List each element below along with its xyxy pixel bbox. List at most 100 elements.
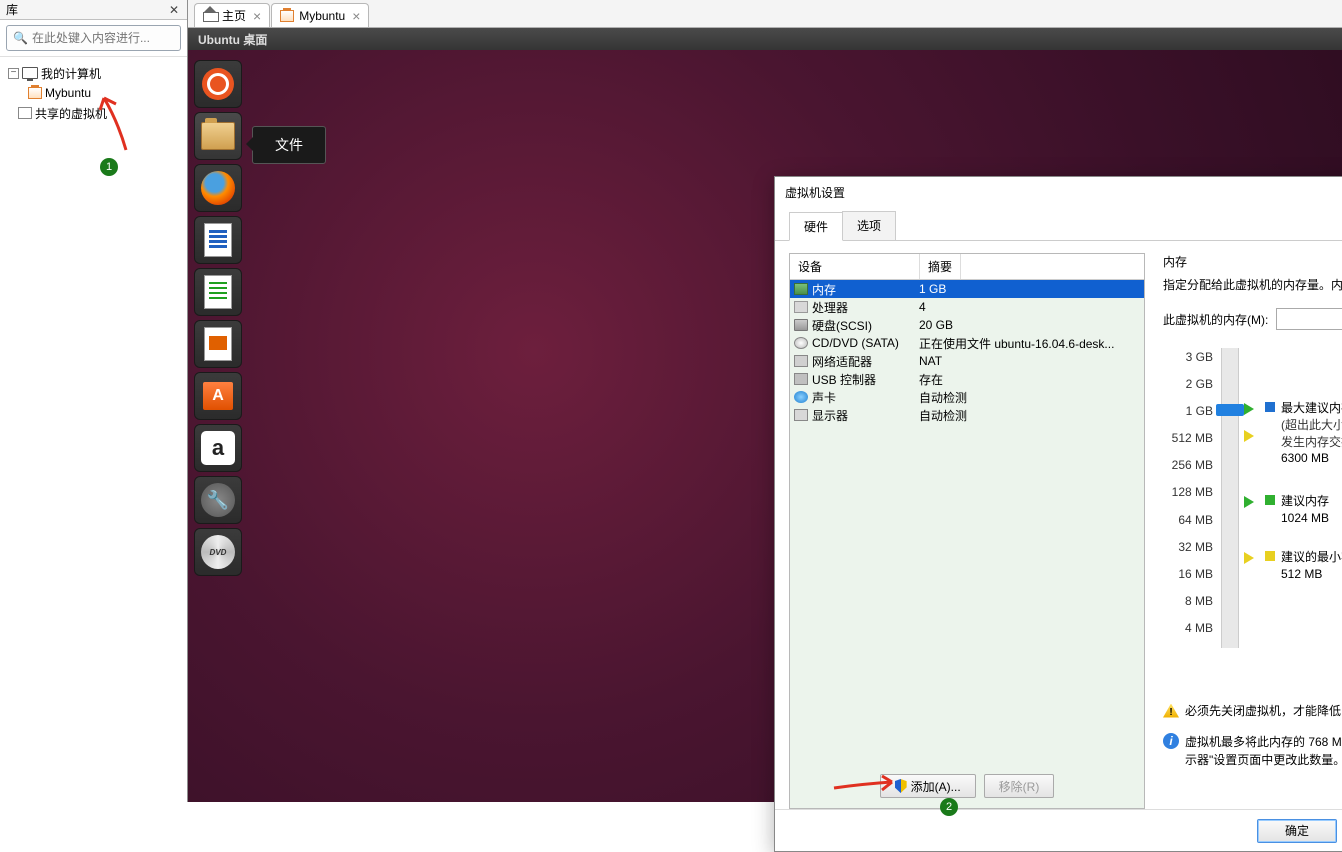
hw-row-net[interactable]: 网络适配器 NAT: [790, 352, 1144, 370]
col-summary[interactable]: 摘要: [920, 254, 961, 279]
hw-name: 网络适配器: [812, 353, 872, 370]
warning-icon: !: [1163, 704, 1179, 718]
launcher-dash[interactable]: [194, 60, 242, 108]
tick: 1 GB: [1163, 404, 1213, 431]
memory-warning: ! 必须先关闭虚拟机，才能降低内存量。: [1163, 702, 1342, 719]
hw-summary: 自动检测: [919, 407, 1140, 424]
presentation-icon: [204, 327, 232, 361]
tab-label: 主页: [222, 7, 246, 24]
legend-recommended: 建议内存 1024 MB: [1265, 493, 1342, 527]
spreadsheet-icon: [204, 275, 232, 309]
hw-row-sound[interactable]: 声卡 自动检测: [790, 388, 1144, 406]
cd-icon: [794, 337, 808, 349]
ubuntu-logo-icon: [202, 68, 234, 100]
files-icon: [201, 122, 235, 150]
home-icon: [203, 10, 217, 22]
launcher-settings[interactable]: [194, 476, 242, 524]
memory-slider[interactable]: [1221, 348, 1239, 648]
hw-row-disk[interactable]: 硬盘(SCSI) 20 GB: [790, 316, 1144, 334]
marker-rec-icon: [1244, 496, 1254, 508]
hw-row-usb[interactable]: USB 控制器 存在: [790, 370, 1144, 388]
remove-hardware-button[interactable]: 移除(R): [984, 774, 1055, 798]
dialog-tabs: 硬件 选项: [775, 207, 1342, 241]
ubuntu-desktop[interactable]: a DVD 文件 虚拟机设置 × 硬件 选项 设备 摘要: [188, 50, 1342, 802]
cpu-icon: [794, 301, 808, 313]
legend-value: 512 MB: [1281, 566, 1342, 583]
button-label: 添加(A)...: [911, 778, 961, 795]
tab-home[interactable]: 主页 ×: [194, 3, 270, 27]
launcher-disc[interactable]: DVD: [194, 528, 242, 576]
legend-max: 最大建议内存 (超出此大小可能 发生内存交换。) 6300 MB: [1265, 400, 1342, 467]
tick: 2 GB: [1163, 377, 1213, 404]
legend-sub: (超出此大小可能: [1281, 417, 1342, 434]
sidebar-title: 库: [6, 1, 167, 18]
info-icon: i: [1163, 733, 1179, 749]
annotation-badge-2: 2: [940, 798, 958, 816]
memory-slider-area: 3 GB 2 GB 1 GB 512 MB 256 MB 128 MB 64 M…: [1163, 348, 1342, 648]
tree-label: 共享的虚拟机: [35, 105, 107, 122]
tree-node-shared[interactable]: 共享的虚拟机: [4, 103, 183, 123]
memory-icon: [794, 283, 808, 295]
launcher-calc[interactable]: [194, 268, 242, 316]
document-icon: [204, 223, 232, 257]
tick: 512 MB: [1163, 431, 1213, 458]
tree-node-vm[interactable]: Mybuntu: [4, 83, 183, 103]
tab-close-icon[interactable]: ×: [253, 8, 261, 24]
hw-row-cd[interactable]: CD/DVD (SATA) 正在使用文件 ubuntu-16.04.6-desk…: [790, 334, 1144, 352]
collapse-icon[interactable]: −: [8, 68, 19, 79]
launcher-software[interactable]: [194, 372, 242, 420]
memory-description: 指定分配给此虚拟机的内存量。内存大小必须为 4 MB 的倍数。: [1163, 276, 1342, 294]
memory-legend: 最大建议内存 (超出此大小可能 发生内存交换。) 6300 MB: [1247, 348, 1342, 648]
tab-label: Mybuntu: [299, 9, 345, 23]
search-icon: 🔍: [13, 31, 28, 45]
hardware-list-header: 设备 摘要: [790, 254, 1144, 280]
launcher-impress[interactable]: [194, 320, 242, 368]
hw-row-memory[interactable]: 内存 1 GB: [790, 280, 1144, 298]
tree-label: 我的计算机: [41, 65, 101, 82]
disk-icon: [794, 319, 808, 331]
dialog-title: 虚拟机设置: [785, 184, 1342, 201]
firefox-icon: [201, 171, 235, 205]
slider-thumb[interactable]: [1216, 404, 1244, 416]
launcher-writer[interactable]: [194, 216, 242, 264]
amazon-icon: a: [201, 431, 235, 465]
hw-row-cpu[interactable]: 处理器 4: [790, 298, 1144, 316]
memory-input-label: 此虚拟机的内存(M):: [1163, 311, 1268, 328]
launcher-amazon[interactable]: a: [194, 424, 242, 472]
hw-name: 声卡: [812, 389, 836, 406]
info-text: 虚拟机最多将此内存的 768 MB 用作图形内存。您可以在"显示器"设置页面中更…: [1185, 733, 1342, 769]
launcher-firefox[interactable]: [194, 164, 242, 212]
vm-window-titlebar: Ubuntu 桌面: [188, 28, 1342, 50]
tick: 128 MB: [1163, 485, 1213, 512]
legend-title: 建议的最小客户机操作系统内存: [1281, 549, 1342, 566]
memory-spinbox[interactable]: ▲▼: [1276, 308, 1342, 330]
hw-row-display[interactable]: 显示器 自动检测: [790, 406, 1144, 424]
sound-icon: [794, 391, 808, 403]
shield-icon: [895, 779, 907, 793]
hw-name: 显示器: [812, 407, 848, 424]
launcher-files[interactable]: [194, 112, 242, 160]
dialog-titlebar[interactable]: 虚拟机设置 ×: [775, 177, 1342, 207]
tab-vm[interactable]: Mybuntu ×: [271, 3, 369, 27]
search-box[interactable]: 🔍 ▼: [6, 25, 181, 51]
tab-options[interactable]: 选项: [842, 211, 896, 240]
display-icon: [794, 409, 808, 421]
ok-button[interactable]: 确定: [1257, 819, 1337, 843]
hw-name: USB 控制器: [812, 371, 876, 388]
tick: 3 GB: [1163, 350, 1213, 377]
tab-close-icon[interactable]: ×: [352, 8, 360, 24]
tab-hardware[interactable]: 硬件: [789, 212, 843, 241]
marker-max-icon: [1244, 403, 1254, 415]
usb-icon: [794, 373, 808, 385]
tree-label: Mybuntu: [45, 86, 91, 100]
legend-square-icon: [1265, 402, 1275, 412]
sidebar-close-icon[interactable]: ✕: [167, 3, 181, 17]
search-input[interactable]: [32, 31, 187, 45]
legend-square-icon: [1265, 495, 1275, 505]
legend-title: 建议内存: [1281, 493, 1329, 510]
memory-value-input[interactable]: [1277, 312, 1342, 326]
col-device[interactable]: 设备: [790, 254, 920, 279]
add-hardware-button[interactable]: 添加(A)...: [880, 774, 976, 798]
tree-node-my-computer[interactable]: − 我的计算机: [4, 63, 183, 83]
tick: 16 MB: [1163, 567, 1213, 594]
